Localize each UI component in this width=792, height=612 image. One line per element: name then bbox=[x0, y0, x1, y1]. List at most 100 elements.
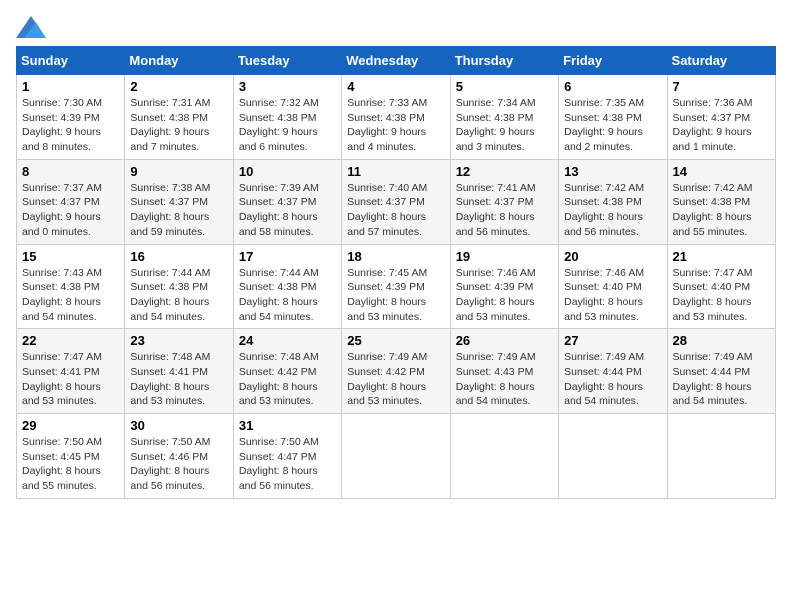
calendar-day-cell: 29 Sunrise: 7:50 AMSunset: 4:45 PMDayligh… bbox=[17, 414, 125, 499]
day-number: 24 bbox=[239, 333, 336, 348]
calendar-day-cell: 17 Sunrise: 7:44 AMSunset: 4:38 PMDayligh… bbox=[233, 244, 341, 329]
day-number: 13 bbox=[564, 164, 661, 179]
logo-icon bbox=[16, 16, 46, 38]
day-info: Sunrise: 7:44 AMSunset: 4:38 PMDaylight:… bbox=[130, 266, 227, 325]
day-info: Sunrise: 7:49 AMSunset: 4:42 PMDaylight:… bbox=[347, 350, 444, 409]
calendar-day-cell: 31 Sunrise: 7:50 AMSunset: 4:47 PMDayligh… bbox=[233, 414, 341, 499]
weekday-header-friday: Friday bbox=[559, 47, 667, 75]
day-info: Sunrise: 7:33 AMSunset: 4:38 PMDaylight:… bbox=[347, 96, 444, 155]
day-info: Sunrise: 7:40 AMSunset: 4:37 PMDaylight:… bbox=[347, 181, 444, 240]
calendar-day-cell: 8 Sunrise: 7:37 AMSunset: 4:37 PMDaylight… bbox=[17, 159, 125, 244]
day-number: 1 bbox=[22, 79, 119, 94]
day-number: 14 bbox=[673, 164, 770, 179]
empty-cell bbox=[342, 414, 450, 499]
day-info: Sunrise: 7:37 AMSunset: 4:37 PMDaylight:… bbox=[22, 181, 119, 240]
empty-cell bbox=[667, 414, 775, 499]
calendar-header-row: SundayMondayTuesdayWednesdayThursdayFrid… bbox=[17, 47, 776, 75]
day-number: 23 bbox=[130, 333, 227, 348]
day-info: Sunrise: 7:42 AMSunset: 4:38 PMDaylight:… bbox=[673, 181, 770, 240]
day-number: 6 bbox=[564, 79, 661, 94]
day-info: Sunrise: 7:32 AMSunset: 4:38 PMDaylight:… bbox=[239, 96, 336, 155]
calendar-day-cell: 16 Sunrise: 7:44 AMSunset: 4:38 PMDayligh… bbox=[125, 244, 233, 329]
day-info: Sunrise: 7:48 AMSunset: 4:41 PMDaylight:… bbox=[130, 350, 227, 409]
day-number: 18 bbox=[347, 249, 444, 264]
day-info: Sunrise: 7:49 AMSunset: 4:44 PMDaylight:… bbox=[564, 350, 661, 409]
day-number: 21 bbox=[673, 249, 770, 264]
calendar-day-cell: 30 Sunrise: 7:50 AMSunset: 4:46 PMDayligh… bbox=[125, 414, 233, 499]
calendar-day-cell: 11 Sunrise: 7:40 AMSunset: 4:37 PMDayligh… bbox=[342, 159, 450, 244]
weekday-header-tuesday: Tuesday bbox=[233, 47, 341, 75]
calendar-day-cell: 3Sunrise: 7:32 AMSunset: 4:38 PMDaylight… bbox=[233, 75, 341, 160]
calendar-day-cell: 24 Sunrise: 7:48 AMSunset: 4:42 PMDayligh… bbox=[233, 329, 341, 414]
calendar-day-cell: 26 Sunrise: 7:49 AMSunset: 4:43 PMDayligh… bbox=[450, 329, 558, 414]
day-number: 28 bbox=[673, 333, 770, 348]
day-number: 30 bbox=[130, 418, 227, 433]
calendar-day-cell: 27 Sunrise: 7:49 AMSunset: 4:44 PMDayligh… bbox=[559, 329, 667, 414]
day-info: Sunrise: 7:50 AMSunset: 4:46 PMDaylight:… bbox=[130, 435, 227, 494]
day-number: 7 bbox=[673, 79, 770, 94]
day-info: Sunrise: 7:38 AMSunset: 4:37 PMDaylight:… bbox=[130, 181, 227, 240]
calendar-day-cell: 28Sunrise: 7:49 AMSunset: 4:44 PMDayligh… bbox=[667, 329, 775, 414]
day-info: Sunrise: 7:46 AMSunset: 4:39 PMDaylight:… bbox=[456, 266, 553, 325]
day-number: 27 bbox=[564, 333, 661, 348]
weekday-header-thursday: Thursday bbox=[450, 47, 558, 75]
day-number: 26 bbox=[456, 333, 553, 348]
day-info: Sunrise: 7:42 AMSunset: 4:38 PMDaylight:… bbox=[564, 181, 661, 240]
day-number: 19 bbox=[456, 249, 553, 264]
logo bbox=[16, 16, 50, 38]
day-info: Sunrise: 7:34 AMSunset: 4:38 PMDaylight:… bbox=[456, 96, 553, 155]
day-info: Sunrise: 7:47 AMSunset: 4:40 PMDaylight:… bbox=[673, 266, 770, 325]
calendar-day-cell: 21 Sunrise: 7:47 AMSunset: 4:40 PMDayligh… bbox=[667, 244, 775, 329]
day-info: Sunrise: 7:31 AMSunset: 4:38 PMDaylight:… bbox=[130, 96, 227, 155]
calendar-table: SundayMondayTuesdayWednesdayThursdayFrid… bbox=[16, 46, 776, 499]
day-number: 11 bbox=[347, 164, 444, 179]
calendar-week-row: 8 Sunrise: 7:37 AMSunset: 4:37 PMDaylight… bbox=[17, 159, 776, 244]
day-info: Sunrise: 7:46 AMSunset: 4:40 PMDaylight:… bbox=[564, 266, 661, 325]
page-header bbox=[16, 16, 776, 38]
day-info: Sunrise: 7:49 AMSunset: 4:43 PMDaylight:… bbox=[456, 350, 553, 409]
calendar-day-cell: 2Sunrise: 7:31 AMSunset: 4:38 PMDaylight… bbox=[125, 75, 233, 160]
day-info: Sunrise: 7:50 AMSunset: 4:45 PMDaylight:… bbox=[22, 435, 119, 494]
day-info: Sunrise: 7:45 AMSunset: 4:39 PMDaylight:… bbox=[347, 266, 444, 325]
day-info: Sunrise: 7:50 AMSunset: 4:47 PMDaylight:… bbox=[239, 435, 336, 494]
day-number: 17 bbox=[239, 249, 336, 264]
calendar-day-cell: 14 Sunrise: 7:42 AMSunset: 4:38 PMDayligh… bbox=[667, 159, 775, 244]
day-info: Sunrise: 7:44 AMSunset: 4:38 PMDaylight:… bbox=[239, 266, 336, 325]
calendar-day-cell: 5 Sunrise: 7:34 AMSunset: 4:38 PMDaylight… bbox=[450, 75, 558, 160]
calendar-week-row: 1 Sunrise: 7:30 AMSunset: 4:39 PMDaylight… bbox=[17, 75, 776, 160]
weekday-header-sunday: Sunday bbox=[17, 47, 125, 75]
calendar-day-cell: 20Sunrise: 7:46 AMSunset: 4:40 PMDayligh… bbox=[559, 244, 667, 329]
calendar-day-cell: 19 Sunrise: 7:46 AMSunset: 4:39 PMDayligh… bbox=[450, 244, 558, 329]
day-number: 10 bbox=[239, 164, 336, 179]
calendar-day-cell: 7 Sunrise: 7:36 AMSunset: 4:37 PMDaylight… bbox=[667, 75, 775, 160]
day-info: Sunrise: 7:35 AMSunset: 4:38 PMDaylight:… bbox=[564, 96, 661, 155]
day-number: 5 bbox=[456, 79, 553, 94]
calendar-day-cell: 13 Sunrise: 7:42 AMSunset: 4:38 PMDayligh… bbox=[559, 159, 667, 244]
day-number: 29 bbox=[22, 418, 119, 433]
day-info: Sunrise: 7:36 AMSunset: 4:37 PMDaylight:… bbox=[673, 96, 770, 155]
day-number: 15 bbox=[22, 249, 119, 264]
weekday-header-wednesday: Wednesday bbox=[342, 47, 450, 75]
calendar-day-cell: 1 Sunrise: 7:30 AMSunset: 4:39 PMDaylight… bbox=[17, 75, 125, 160]
calendar-day-cell: 18 Sunrise: 7:45 AMSunset: 4:39 PMDayligh… bbox=[342, 244, 450, 329]
weekday-header-saturday: Saturday bbox=[667, 47, 775, 75]
calendar-day-cell: 23 Sunrise: 7:48 AMSunset: 4:41 PMDayligh… bbox=[125, 329, 233, 414]
empty-cell bbox=[559, 414, 667, 499]
empty-cell bbox=[450, 414, 558, 499]
calendar-day-cell: 4Sunrise: 7:33 AMSunset: 4:38 PMDaylight… bbox=[342, 75, 450, 160]
day-info: Sunrise: 7:41 AMSunset: 4:37 PMDaylight:… bbox=[456, 181, 553, 240]
day-number: 31 bbox=[239, 418, 336, 433]
calendar-day-cell: 9Sunrise: 7:38 AMSunset: 4:37 PMDaylight… bbox=[125, 159, 233, 244]
calendar-day-cell: 25 Sunrise: 7:49 AMSunset: 4:42 PMDayligh… bbox=[342, 329, 450, 414]
calendar-day-cell: 6 Sunrise: 7:35 AMSunset: 4:38 PMDaylight… bbox=[559, 75, 667, 160]
day-number: 12 bbox=[456, 164, 553, 179]
day-number: 8 bbox=[22, 164, 119, 179]
calendar-day-cell: 12 Sunrise: 7:41 AMSunset: 4:37 PMDayligh… bbox=[450, 159, 558, 244]
day-number: 16 bbox=[130, 249, 227, 264]
day-info: Sunrise: 7:30 AMSunset: 4:39 PMDaylight:… bbox=[22, 96, 119, 155]
day-info: Sunrise: 7:48 AMSunset: 4:42 PMDaylight:… bbox=[239, 350, 336, 409]
calendar-week-row: 22 Sunrise: 7:47 AMSunset: 4:41 PMDayligh… bbox=[17, 329, 776, 414]
day-number: 25 bbox=[347, 333, 444, 348]
day-info: Sunrise: 7:47 AMSunset: 4:41 PMDaylight:… bbox=[22, 350, 119, 409]
day-number: 22 bbox=[22, 333, 119, 348]
